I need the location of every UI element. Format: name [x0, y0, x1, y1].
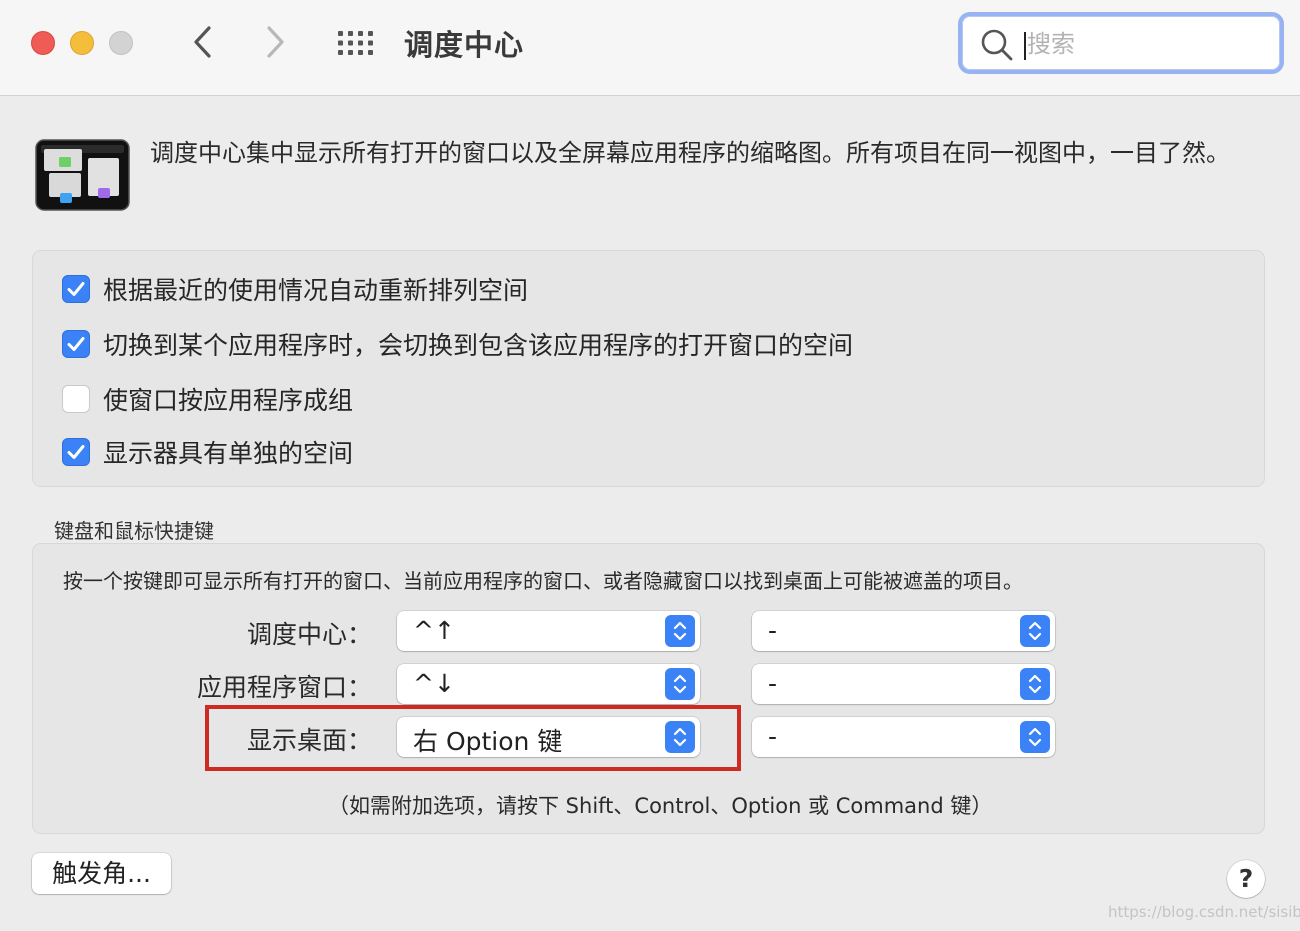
- title-bar: 调度中心: [0, 0, 1300, 96]
- modifier-keys-note: （如需附加选项，请按下 Shift、Control、Option 或 Comma…: [328, 794, 993, 818]
- hot-corners-button[interactable]: 触发角...: [32, 853, 171, 894]
- watermark: https://blog.csdn.net/sisibf: [1108, 903, 1300, 921]
- back-button[interactable]: [183, 22, 223, 62]
- option-label: 使窗口按应用程序成组: [103, 386, 354, 415]
- popup-value: -: [768, 722, 778, 751]
- option-label: 根据最近的使用情况自动重新排列空间: [103, 276, 529, 305]
- forward-button[interactable]: [256, 22, 296, 62]
- shortcuts-section-title: 键盘和鼠标快捷键: [54, 519, 214, 543]
- mission-control-keyboard-popup[interactable]: ^↑: [397, 611, 700, 651]
- option-label: 切换到某个应用程序时，会切换到包含该应用程序的打开窗口的空间: [103, 331, 854, 360]
- checkbox-unchecked[interactable]: [62, 385, 90, 413]
- mission-control-description: 调度中心集中显示所有打开的窗口以及全屏幕应用程序的缩略图。所有项目在同一视图中，…: [150, 139, 1230, 167]
- chevron-right-icon: [267, 26, 284, 58]
- window-title: 调度中心: [404, 28, 525, 62]
- annotation-highlight-box: [205, 705, 741, 771]
- mission-control-mouse-popup[interactable]: -: [752, 611, 1055, 651]
- text-cursor: [1024, 32, 1026, 60]
- search-input[interactable]: [1027, 26, 1257, 62]
- checkbox-checked[interactable]: [62, 275, 90, 303]
- minimize-window-button[interactable]: [70, 31, 94, 55]
- checkmark-icon: [67, 282, 85, 296]
- app-windows-mouse-popup[interactable]: -: [752, 664, 1055, 704]
- updown-arrows-icon: [665, 668, 695, 700]
- option-switch-to-space[interactable]: 切换到某个应用程序时，会切换到包含该应用程序的打开窗口的空间: [62, 328, 853, 360]
- show-all-button[interactable]: [337, 30, 375, 56]
- mission-control-icon: [35, 139, 130, 211]
- popup-value: ^↑: [413, 616, 455, 645]
- popup-value: -: [768, 669, 778, 698]
- option-label: 显示器具有单独的空间: [103, 439, 354, 468]
- search-field[interactable]: [958, 12, 1284, 74]
- updown-arrows-icon: [665, 615, 695, 647]
- app-windows-shortcut-label: 应用程序窗口：: [196, 673, 372, 702]
- checkmark-icon: [67, 445, 85, 459]
- checkbox-checked[interactable]: [62, 438, 90, 466]
- help-button[interactable]: ?: [1227, 860, 1265, 898]
- checkbox-checked[interactable]: [62, 330, 90, 358]
- app-windows-keyboard-popup[interactable]: ^↓: [397, 664, 700, 704]
- option-auto-rearrange[interactable]: 根据最近的使用情况自动重新排列空间: [62, 273, 528, 305]
- shortcuts-description: 按一个按键即可显示所有打开的窗口、当前应用程序的窗口、或者隐藏窗口以找到桌面上可…: [63, 569, 1023, 593]
- option-separate-spaces[interactable]: 显示器具有单独的空间: [62, 436, 353, 468]
- show-desktop-mouse-popup[interactable]: -: [752, 717, 1055, 757]
- checkmark-icon: [67, 337, 85, 351]
- search-icon: [981, 29, 1013, 61]
- updown-arrows-icon: [1020, 668, 1050, 700]
- popup-value: -: [768, 616, 778, 645]
- mission-control-shortcut-label: 调度中心：: [246, 620, 372, 649]
- zoom-window-button[interactable]: [109, 31, 133, 55]
- grid-icon: [338, 31, 373, 55]
- chevron-left-icon: [194, 26, 211, 58]
- option-group-windows[interactable]: 使窗口按应用程序成组: [62, 383, 353, 415]
- updown-arrows-icon: [1020, 721, 1050, 753]
- popup-value: ^↓: [413, 669, 455, 698]
- updown-arrows-icon: [1020, 615, 1050, 647]
- close-window-button[interactable]: [31, 31, 55, 55]
